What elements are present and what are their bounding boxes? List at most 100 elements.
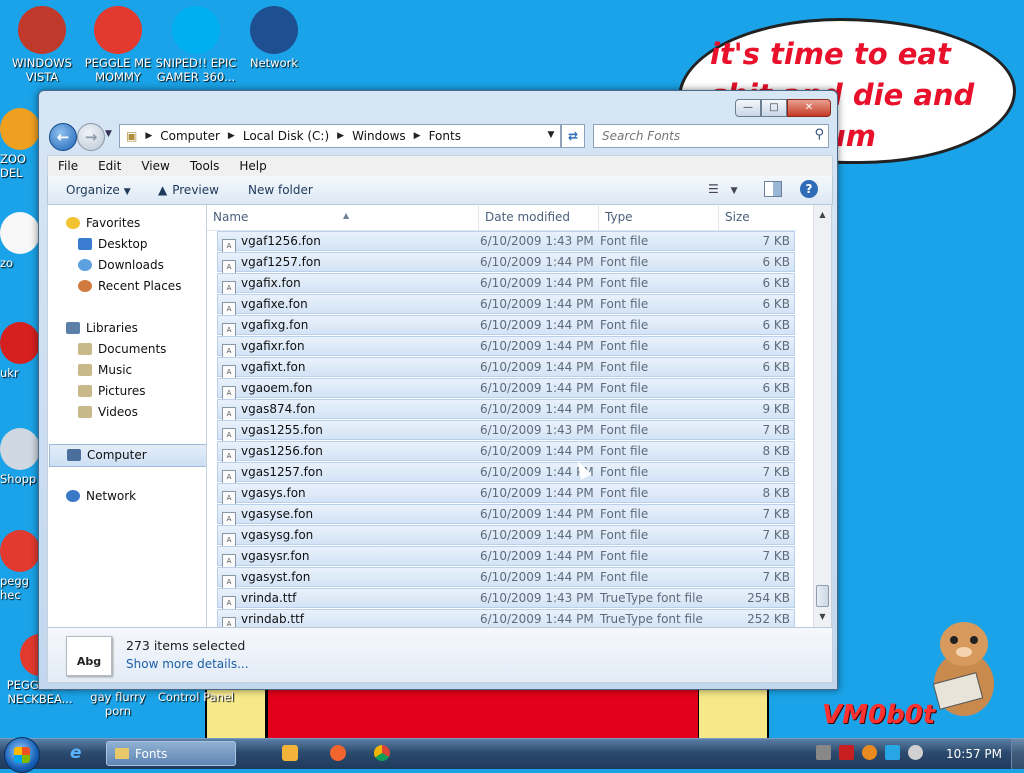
table-row[interactable]: Avgasysr.fon 6/10/2009 1:44 PM Font file 7 … xyxy=(217,546,795,569)
file-name: Avgasyst.fon xyxy=(222,568,310,590)
tray-record-icon[interactable] xyxy=(908,745,923,760)
desktop-icon-label: Control Panel xyxy=(157,690,235,704)
table-row[interactable]: Avgas1256.fon 6/10/2009 1:44 PM Font file 8… xyxy=(217,441,795,464)
column-header-type[interactable]: Type xyxy=(599,205,719,230)
menu-help[interactable]: Help xyxy=(229,156,276,176)
nav-computer[interactable]: Computer xyxy=(49,444,222,467)
nav-network[interactable]: Network xyxy=(48,486,224,507)
navigation-bar: ← → ▼ ▣ ▶ Computer ▶ Local Disk (C:) ▶ W… xyxy=(47,123,831,151)
file-date: 6/10/2009 1:43 PM xyxy=(480,423,594,437)
scroll-down-arrow-icon[interactable]: ▼ xyxy=(814,609,831,625)
scroll-up-arrow-icon[interactable]: ▲ xyxy=(814,207,831,223)
help-button[interactable]: ? xyxy=(800,180,818,198)
table-row[interactable]: Avgasyse.fon 6/10/2009 1:44 PM Font file 7 … xyxy=(217,504,795,527)
address-bar[interactable]: ▣ ▶ Computer ▶ Local Disk (C:) ▶ Windows… xyxy=(119,124,561,148)
minimize-button[interactable]: — xyxy=(735,99,761,117)
internet-explorer-icon[interactable]: e xyxy=(70,743,82,763)
file-type: Font file xyxy=(600,381,649,395)
search-input[interactable] xyxy=(600,125,804,147)
address-dropdown-button[interactable]: ▼ xyxy=(543,124,559,146)
desktop-icon-3[interactable]: Network xyxy=(232,6,316,70)
show-desktop-button[interactable] xyxy=(1011,739,1024,769)
table-row[interactable]: Avgafixe.fon 6/10/2009 1:44 PM Font file 6 … xyxy=(217,294,795,317)
desktop-icon-1[interactable]: PEGGLE ME MOMMY xyxy=(76,6,160,84)
table-row[interactable]: Avgasys.fon 6/10/2009 1:44 PM Font file 8 K… xyxy=(217,483,795,506)
table-row[interactable]: Avrindab.ttf 6/10/2009 1:44 PM TrueType fo… xyxy=(217,609,795,627)
table-row[interactable]: Avgas1255.fon 6/10/2009 1:43 PM Font file 7… xyxy=(217,420,795,443)
search-box[interactable]: ⚲ xyxy=(593,124,829,148)
menu-file[interactable]: File xyxy=(48,156,88,176)
chevron-right-icon[interactable]: ▶ xyxy=(226,131,237,141)
show-more-details-link[interactable]: Show more details... xyxy=(126,657,249,671)
clock[interactable]: 10:57 PM xyxy=(946,739,1002,769)
table-row[interactable]: Avgasyst.fon 6/10/2009 1:44 PM Font file 7 … xyxy=(217,567,795,590)
search-icon[interactable]: ⚲ xyxy=(814,127,824,142)
table-row[interactable]: Avgaf1257.fon 6/10/2009 1:44 PM Font file 6… xyxy=(217,252,795,275)
table-row[interactable]: Avgas874.fon 6/10/2009 1:44 PM Font file 9 … xyxy=(217,399,795,422)
file-name-text: vgaf1256.fon xyxy=(241,234,321,248)
tray-v-icon[interactable] xyxy=(839,745,854,760)
new-folder-button[interactable]: New folder xyxy=(248,176,313,204)
desktop-edge-icon-1[interactable]: zo xyxy=(0,212,40,270)
breadcrumb-windows[interactable]: Windows xyxy=(346,129,412,143)
file-date: 6/10/2009 1:44 PM xyxy=(480,528,594,542)
table-row[interactable]: Avgasysg.fon 6/10/2009 1:44 PM Font file 7 … xyxy=(217,525,795,548)
desktop-icon-label: zo xyxy=(0,256,14,270)
preview-button[interactable]: ▲ Preview xyxy=(158,176,219,204)
nav-favorites[interactable]: Favorites xyxy=(48,213,224,234)
chevron-right-icon[interactable]: ▶ xyxy=(143,131,154,141)
desktop-icon-2[interactable]: SNIPED!! EPIC GAMER 360... xyxy=(154,6,238,84)
desktop-edge-icon-3[interactable]: Shopp xyxy=(0,428,40,486)
tray-monitor-icon[interactable] xyxy=(885,745,900,760)
desktop-edge-icon-0[interactable]: ZOO DEL xyxy=(0,108,40,180)
maximize-button[interactable]: □ xyxy=(761,99,787,117)
vertical-scrollbar[interactable]: ▲ ▼ xyxy=(813,205,831,627)
breadcrumb-fonts[interactable]: Fonts xyxy=(423,129,467,143)
file-date: 6/10/2009 1:44 PM xyxy=(480,381,594,395)
table-row[interactable]: Avgafix.fon 6/10/2009 1:44 PM Font file 6 K… xyxy=(217,273,795,296)
tray-search-icon[interactable] xyxy=(862,745,877,760)
forward-button[interactable]: → xyxy=(77,123,105,151)
paint-icon[interactable] xyxy=(330,745,346,761)
desktop-icon-control-panel[interactable]: Control Panel xyxy=(154,690,238,704)
column-header-size[interactable]: Size xyxy=(719,205,797,230)
media-player-icon[interactable] xyxy=(282,745,298,761)
desktop-icon-gay-flurry[interactable]: gay flurry porn xyxy=(76,690,160,718)
table-row[interactable]: Avgaf1256.fon 6/10/2009 1:43 PM Font file 7… xyxy=(217,231,795,254)
desktop-icon-0[interactable]: WINDOWS VISTA xyxy=(0,6,84,84)
change-view-button[interactable]: ☰ ▼ xyxy=(708,182,738,196)
close-button[interactable]: ✕ xyxy=(787,99,831,117)
table-row[interactable]: Avgas1257.fon 6/10/2009 1:44 PM Font file 7… xyxy=(217,462,795,485)
chrome-icon[interactable] xyxy=(374,745,390,761)
column-header-date-modified[interactable]: Date modified xyxy=(479,205,599,230)
preview-pane-button[interactable] xyxy=(764,181,782,197)
menu-view[interactable]: View xyxy=(131,156,179,176)
file-name-text: vgasysg.fon xyxy=(241,528,314,542)
table-row[interactable]: Avrinda.ttf 6/10/2009 1:43 PM TrueType fon… xyxy=(217,588,795,611)
desktop-edge-icon-4[interactable]: pegg hec xyxy=(0,530,40,602)
menu-tools[interactable]: Tools xyxy=(180,156,230,176)
recent-pages-button[interactable]: ▼ xyxy=(105,129,112,139)
menu-edit[interactable]: Edit xyxy=(88,156,131,176)
refresh-button[interactable]: ⇄ xyxy=(561,124,585,148)
chevron-right-icon[interactable]: ▶ xyxy=(335,131,346,141)
table-row[interactable]: Avgafixr.fon 6/10/2009 1:44 PM Font file 6 … xyxy=(217,336,795,359)
chevron-right-icon[interactable]: ▶ xyxy=(412,131,423,141)
taskbar-button-label: Fonts xyxy=(135,747,168,761)
table-row[interactable]: Avgaoem.fon 6/10/2009 1:44 PM Font file 6 K… xyxy=(217,378,795,401)
taskbar-button-fonts[interactable]: Fonts xyxy=(106,741,236,766)
column-header-name[interactable]: Name ▲ xyxy=(207,205,479,230)
nav-libraries[interactable]: Libraries xyxy=(48,318,224,339)
desktop-edge-icon-2[interactable]: ukr xyxy=(0,322,40,380)
breadcrumb-computer[interactable]: Computer xyxy=(154,129,226,143)
breadcrumb-local-disk[interactable]: Local Disk (C:) xyxy=(237,129,335,143)
chevron-down-icon: ▼ xyxy=(730,186,738,196)
explorer-window[interactable]: — □ ✕ ← → ▼ ▣ ▶ Computer ▶ Local Disk (C… xyxy=(38,90,838,690)
app-icon xyxy=(0,108,40,150)
organize-button[interactable]: Organize ▼ xyxy=(66,176,131,206)
back-button[interactable]: ← xyxy=(49,123,77,151)
table-row[interactable]: Avgafixt.fon 6/10/2009 1:44 PM Font file 6 … xyxy=(217,357,795,380)
tray-app-icon[interactable] xyxy=(816,745,831,760)
table-row[interactable]: Avgafixg.fon 6/10/2009 1:44 PM Font file 6 … xyxy=(217,315,795,338)
scrollbar-thumb[interactable] xyxy=(816,585,829,607)
